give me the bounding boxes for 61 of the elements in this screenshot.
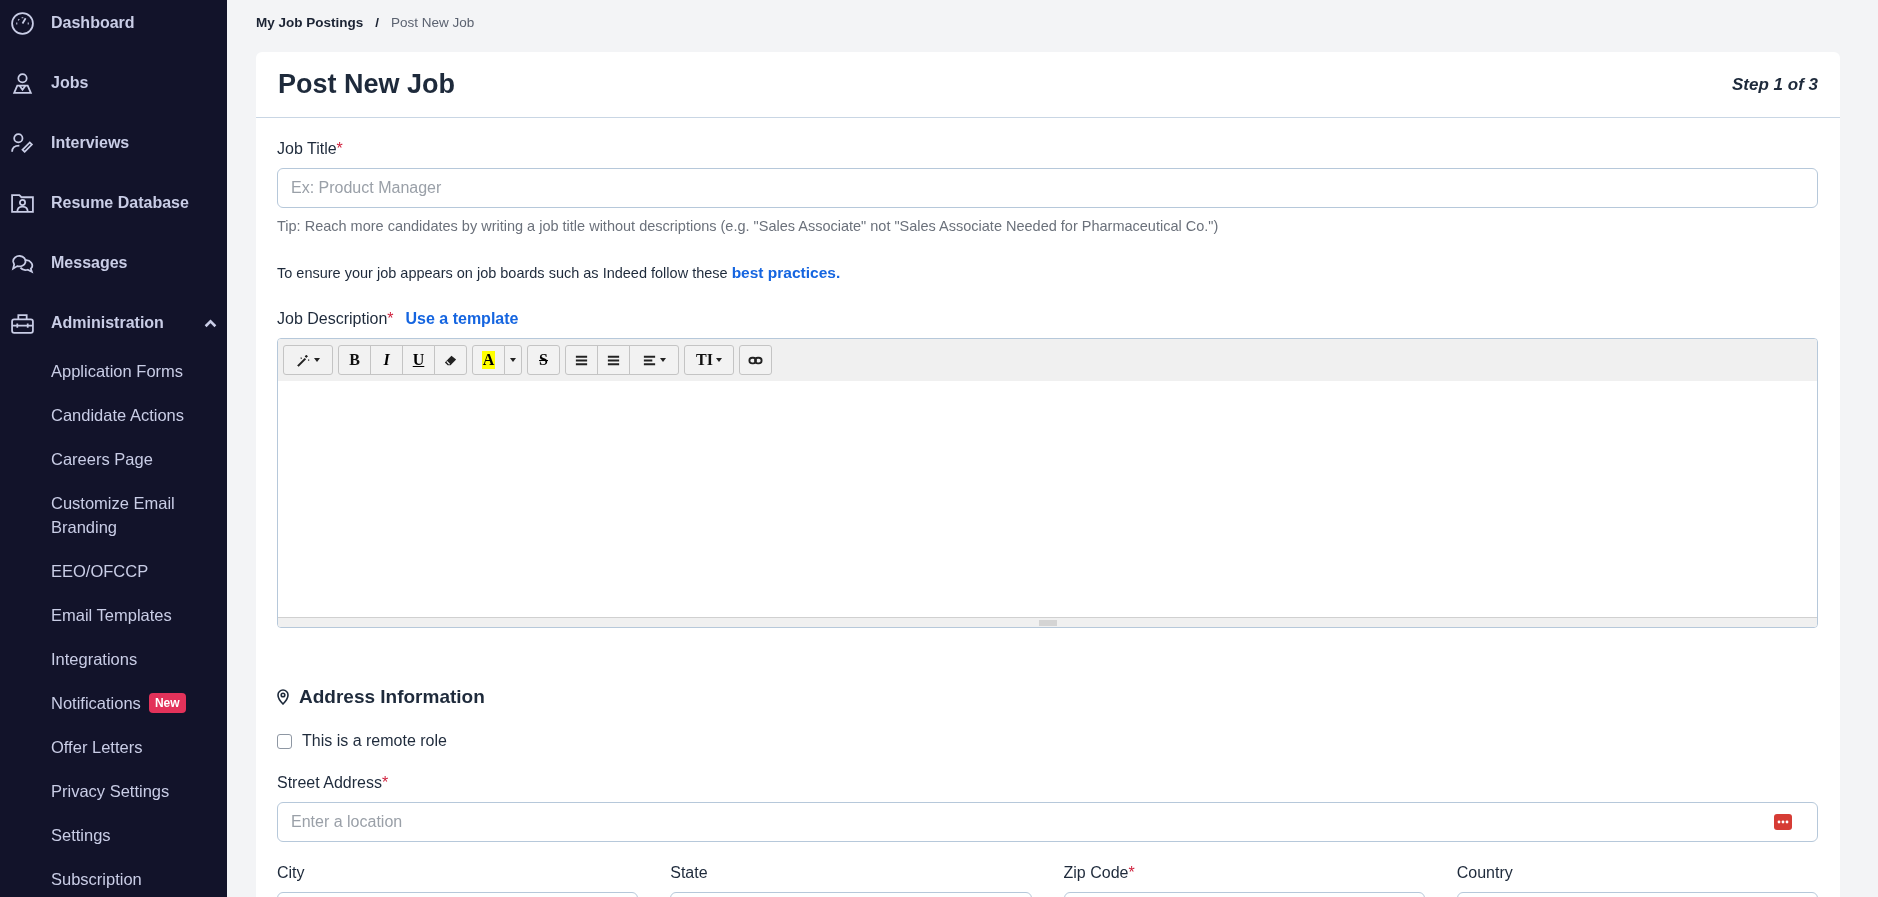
step-indicator: Step 1 of 3: [1732, 74, 1818, 95]
align-button[interactable]: [629, 345, 679, 375]
gauge-icon: [10, 10, 35, 36]
nav-item[interactable]: Jobs: [0, 53, 227, 113]
nav-subitem[interactable]: Application Forms: [51, 359, 184, 383]
notice-text: To ensure your job appears on job boards such as Indeed follow these best practices.: [277, 264, 842, 282]
nav-subitem[interactable]: Privacy Settings: [51, 779, 170, 803]
magic-button[interactable]: [283, 345, 333, 375]
breadcrumb-separator: /: [375, 14, 380, 30]
nav-subitem[interactable]: Notifications: [51, 691, 141, 715]
field-label: Job Description*: [277, 310, 394, 328]
nav-subitem[interactable]: Settings: [51, 823, 111, 847]
field-label: City: [277, 864, 306, 882]
ul-button[interactable]: [565, 345, 598, 375]
bold-button[interactable]: B: [338, 345, 371, 375]
nav-subitem[interactable]: Candidate Actions: [51, 403, 184, 427]
nav-subitem[interactable]: Subscription: [51, 867, 142, 891]
template-link[interactable]: Use a template: [405, 310, 519, 328]
person-badge-icon: [10, 70, 35, 96]
password-manager-icon[interactable]: [1774, 814, 1792, 830]
nav-item[interactable]: Messages: [0, 233, 227, 293]
person-pencil-icon: [10, 130, 35, 156]
ol-button[interactable]: [597, 345, 630, 375]
resize-handle[interactable]: [278, 617, 1817, 627]
nav-subitem[interactable]: Email Templates: [51, 603, 172, 627]
location-pin-icon: [277, 689, 289, 705]
job-title-field[interactable]: Ex: Product Manager: [277, 168, 1818, 208]
field-label: Job Title*: [277, 140, 344, 158]
color-button[interactable]: A: [472, 345, 505, 375]
nav-subitem[interactable]: Careers Page: [51, 447, 153, 471]
nav-subitem[interactable]: Integrations: [51, 647, 138, 671]
field-label: Country: [1456, 864, 1514, 882]
underline-button[interactable]: U: [402, 345, 435, 375]
best-practices-link[interactable]: best practices.: [731, 264, 841, 281]
section-heading: Address Information: [299, 686, 485, 708]
eraser-button[interactable]: [434, 345, 467, 375]
nav-item[interactable]: Resume Database: [0, 173, 227, 233]
nav-subitem[interactable]: Offer Letters: [51, 735, 143, 759]
checkbox[interactable]: [277, 733, 292, 749]
magic-wand-icon: [296, 352, 311, 368]
fontsize-button[interactable]: TI: [684, 345, 734, 375]
field-label: State: [670, 864, 709, 882]
checkbox-label: This is a remote role: [302, 732, 447, 750]
chevron-icon[interactable]: [204, 318, 217, 328]
field-label: Street Address*: [277, 774, 390, 792]
nav-item[interactable]: Administration: [0, 293, 227, 353]
street-address-field[interactable]: Enter a location: [277, 802, 1818, 842]
nav-item[interactable]: Interviews: [0, 113, 227, 173]
strike-button[interactable]: S: [527, 345, 560, 375]
italic-button[interactable]: I: [370, 345, 403, 375]
caret-button[interactable]: [504, 345, 522, 375]
nav-item[interactable]: Dashboard: [0, 0, 227, 53]
page-title: Post New Job: [278, 69, 456, 100]
nav-subitem[interactable]: Customize Email Branding: [51, 491, 211, 539]
nav-subitem[interactable]: EEO/OFCCP: [51, 559, 149, 583]
breadcrumb-current: Post New Job: [391, 14, 475, 30]
new-badge: New: [148, 693, 186, 713]
link-button[interactable]: [739, 345, 772, 375]
field-label: Zip Code*: [1063, 864, 1136, 882]
tip-text: Tip: Reach more candidates by writing a job title without descriptions (e.g. "Sales Associate" not "Sales Associate Needed for Pharmaceutical Co."): [277, 218, 1220, 234]
breadcrumb-link[interactable]: My Job Postings: [256, 14, 364, 30]
